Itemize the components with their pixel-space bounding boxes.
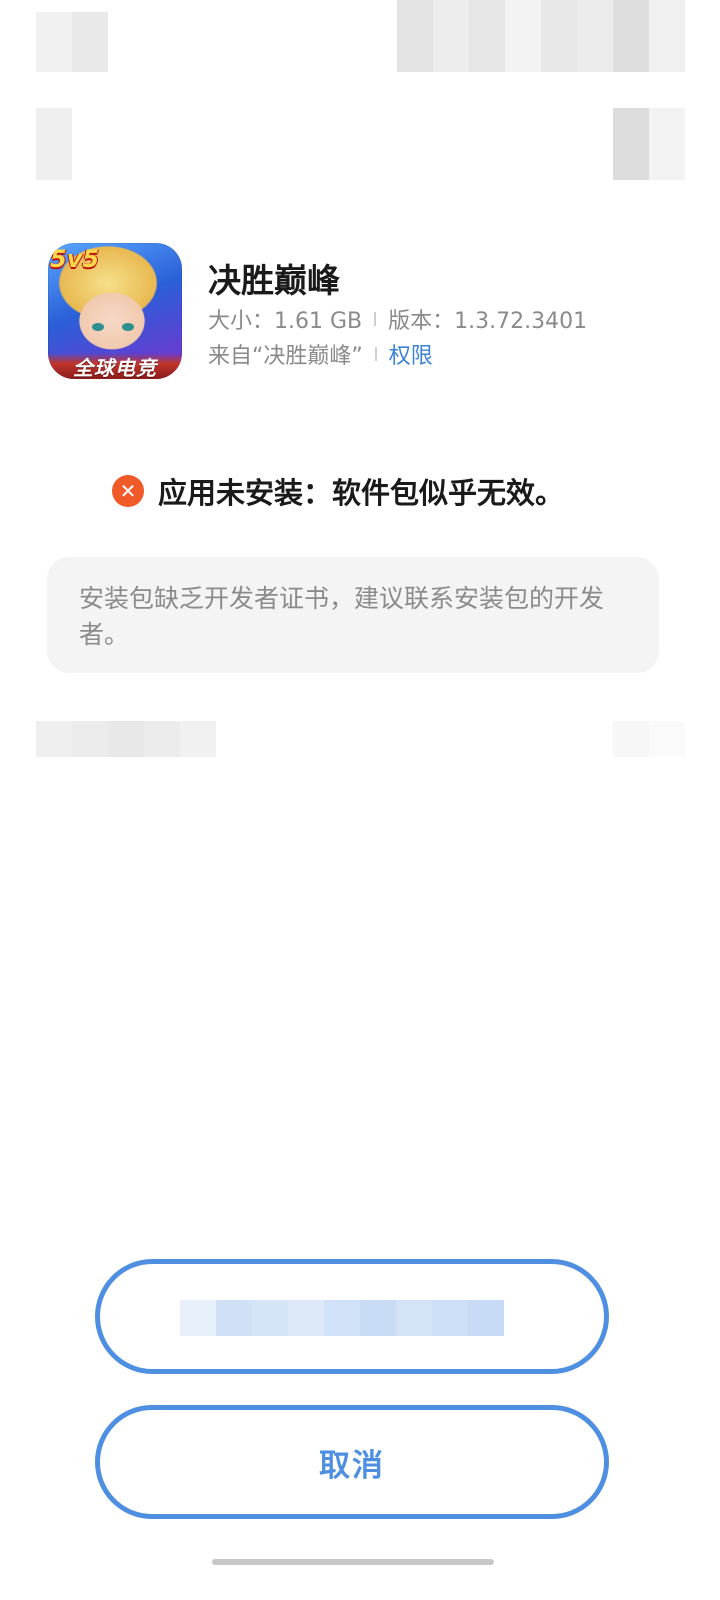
redacted-header-right [613, 108, 685, 180]
redacted-option-right [613, 721, 685, 757]
status-message: 应用未安装：软件包似乎无效。 [158, 476, 565, 510]
cancel-button[interactable]: 取消 [95, 1405, 609, 1519]
details-text: 安装包缺乏开发者证书，建议联系安装包的开发者。 [79, 584, 605, 649]
home-indicator[interactable] [212, 1559, 494, 1565]
permissions-link[interactable]: 权限 [389, 338, 433, 370]
app-name: 决胜巅峰 [208, 261, 340, 300]
app-icon-eye-right [122, 323, 134, 331]
redacted-button-label [180, 1300, 510, 1336]
app-icon-badge: 5v5 [50, 245, 100, 273]
meta-separator [374, 347, 377, 361]
details-box: 安装包缺乏开发者证书，建议联系安装包的开发者。 [47, 557, 659, 673]
app-size: 大小：1.61 GB [208, 309, 363, 334]
redacted-status-right [397, 0, 685, 72]
cancel-button-label: 取消 [319, 1447, 385, 1484]
app-source: 来自“决胜巅峰” [208, 344, 363, 369]
app-icon-eye-left [92, 323, 104, 331]
redacted-header-left [36, 108, 72, 180]
app-source-row: 来自“决胜巅峰” 权限 [208, 338, 433, 370]
app-icon: 5v5 全球电竞 [48, 243, 182, 379]
app-meta-row: 大小：1.61 GB 版本：1.3.72.3401 [208, 303, 587, 335]
close-circle-icon: ✕ [112, 475, 144, 507]
app-icon-banner: 全球电竞 [48, 353, 182, 379]
redacted-option-left [36, 721, 216, 757]
primary-action-button[interactable] [95, 1259, 609, 1374]
redacted-status-left [36, 12, 108, 72]
app-version: 版本：1.3.72.3401 [388, 309, 588, 334]
meta-separator [374, 312, 377, 326]
install-status: ✕ 应用未安装：软件包似乎无效。 [112, 470, 564, 512]
